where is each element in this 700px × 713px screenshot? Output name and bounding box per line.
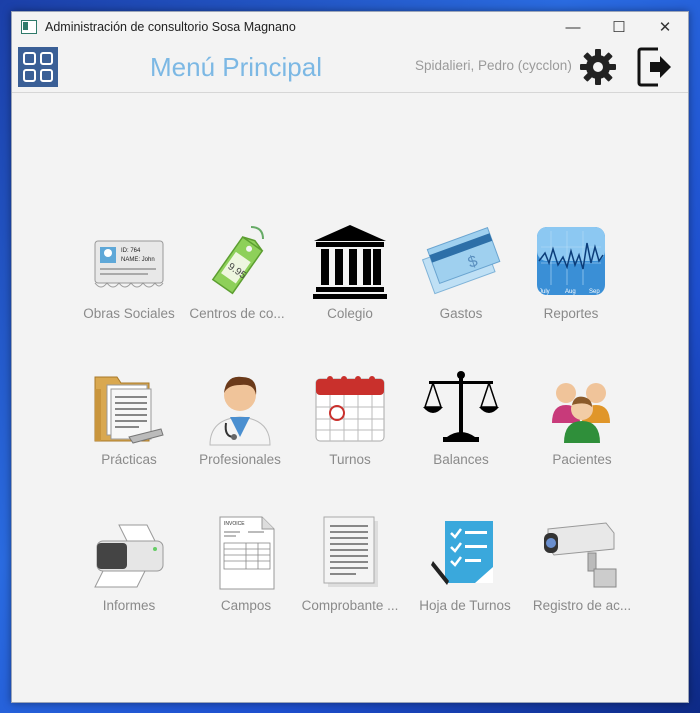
user-name: Spidalieri, Pedro (cycclon)	[415, 58, 572, 73]
menu-item-reportes[interactable]: July Aug Sep Reportes	[515, 221, 627, 321]
menu-item-campos[interactable]: INVOICE Campos	[190, 513, 302, 613]
doctor-icon	[209, 376, 271, 446]
menu-item-balances[interactable]: Balances	[405, 367, 517, 467]
menu-item-label: Informes	[102, 598, 156, 613]
menu-item-label: Centros de co...	[189, 306, 285, 321]
price-tag-icon: 9.95	[211, 226, 264, 295]
menu-item-obras-sociales[interactable]: ID: 764 NAME: John Obras Sociales	[73, 221, 185, 321]
printer-icon	[94, 524, 164, 588]
building-icon	[313, 225, 387, 299]
menu-item-registro[interactable]: Registro de ac...	[526, 513, 638, 613]
menu-item-centros[interactable]: 9.95 Centros de co...	[181, 221, 293, 321]
menu-item-label: Colegio	[327, 306, 373, 321]
maximize-button[interactable]: ☐	[596, 12, 642, 42]
menu-item-colegio[interactable]: Colegio	[294, 221, 406, 321]
scale-icon	[423, 371, 499, 442]
menu-item-label: Prácticas	[101, 452, 157, 467]
document-icon	[323, 516, 378, 587]
chart-month-3: Sep	[589, 289, 600, 295]
app-logo-icon[interactable]	[18, 47, 58, 87]
menu-item-informes[interactable]: Informes	[73, 513, 185, 613]
menu-item-label: Registro de ac...	[532, 598, 632, 613]
menu-item-pacientes[interactable]: Pacientes	[526, 367, 638, 467]
invoice-heading: INVOICE	[224, 521, 245, 527]
menu-item-label: Hoja de Turnos	[419, 598, 511, 613]
gear-icon[interactable]	[578, 47, 618, 87]
window-app-icon	[21, 20, 37, 34]
app-window: Administración de consultorio Sosa Magna…	[11, 11, 689, 703]
chart-month-1: July	[539, 289, 550, 295]
title-bar[interactable]: Administración de consultorio Sosa Magna…	[12, 12, 688, 42]
menu-item-profesionales[interactable]: Profesionales	[184, 367, 296, 467]
logout-icon[interactable]	[636, 46, 674, 88]
security-camera-icon	[544, 522, 617, 588]
menu-item-label: Turnos	[329, 452, 371, 467]
check-money-icon: $	[421, 226, 501, 295]
menu-item-label: Pacientes	[552, 452, 612, 467]
people-icon	[552, 383, 610, 443]
chart-month-2: Aug	[565, 289, 576, 295]
menu-item-label: Gastos	[439, 306, 483, 321]
menu-item-label: Comprobante ...	[301, 598, 399, 613]
header-bar: Menú Principal Spidalieri, Pedro (cycclo…	[12, 42, 688, 93]
checklist-icon	[431, 521, 493, 585]
menu-item-turnos[interactable]: Turnos	[294, 367, 406, 467]
menu-item-label: Obras Sociales	[83, 306, 175, 321]
menu-item-label: Campos	[220, 598, 272, 613]
minimize-button[interactable]: —	[550, 12, 596, 42]
menu-item-gastos[interactable]: $ Gastos	[405, 221, 517, 321]
menu-item-label: Reportes	[543, 306, 599, 321]
window-title: Administración de consultorio Sosa Magna…	[45, 20, 296, 34]
close-button[interactable]: ✕	[642, 12, 688, 42]
menu-item-label: Profesionales	[199, 452, 281, 467]
page-title: Menú Principal	[150, 52, 322, 82]
calendar-icon	[315, 376, 385, 442]
menu-item-practicas[interactable]: Prácticas	[73, 367, 185, 467]
menu-item-label: Balances	[433, 452, 489, 467]
invoice-icon: INVOICE	[219, 516, 275, 590]
folder-icon	[94, 376, 164, 444]
menu-item-comprobante[interactable]: Comprobante ...	[294, 513, 406, 613]
id-card-line-1: ID: 764	[121, 248, 141, 254]
id-card-icon: ID: 764 NAME: John	[94, 240, 164, 288]
chart-icon: July Aug Sep	[537, 227, 605, 295]
menu-item-hoja-de-turnos[interactable]: Hoja de Turnos	[409, 513, 521, 613]
id-card-line-2: NAME: John	[121, 257, 155, 263]
